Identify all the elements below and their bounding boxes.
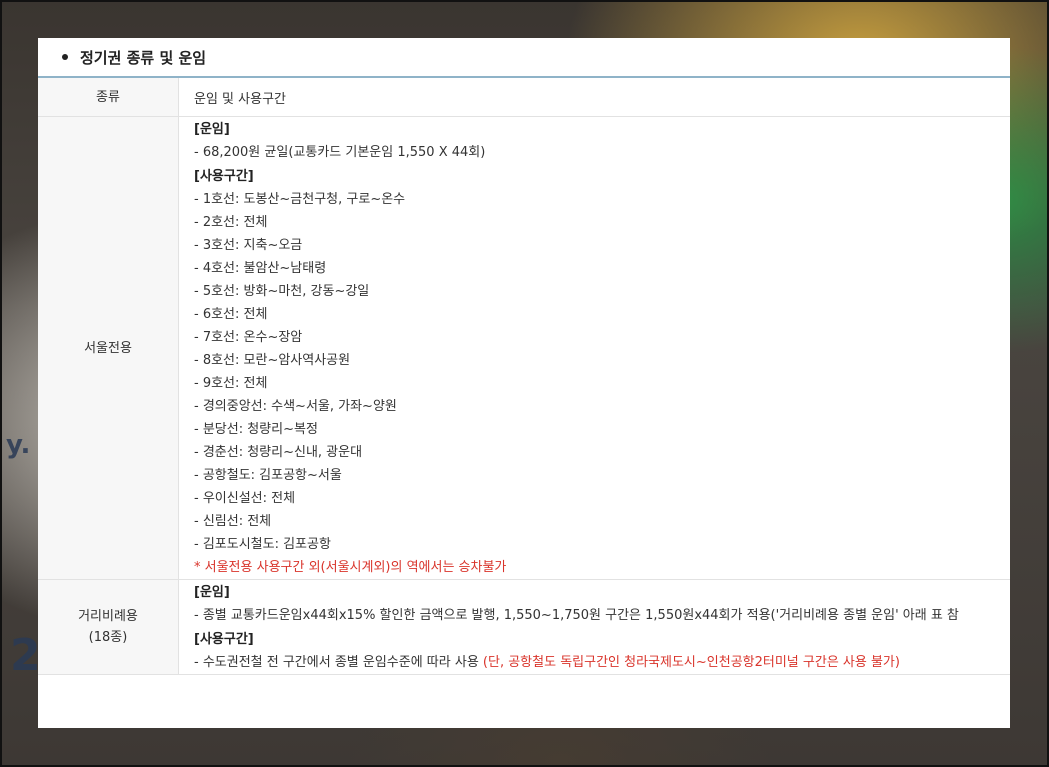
section-header: 정기권 종류 및 운임 [38,38,1010,78]
bullet-icon [62,54,68,60]
line-item: - 2호선: 전체 [194,215,268,230]
line-item: - 4호선: 불암산~남태령 [194,261,327,276]
fare-line: - 68,200원 균일(교통카드 기본운임 1,550 X 44회) [194,145,486,160]
section-heading: [사용구간] [194,632,254,647]
line-item: - 1호선: 도봉산~금천구청, 구로~온수 [194,192,406,207]
usage-exception-note: (단, 공항철도 독립구간인 청라국제도시~인천공항2터미널 구간은 사용 불가… [482,655,900,670]
fare-column-header: 운임 및 사용구간 [178,78,1010,117]
distance-type-label: 거리비례용 (18종) [38,579,179,675]
line-item: - 6호선: 전체 [194,307,268,322]
seoul-type-label: 서울전용 [38,116,179,580]
usage-text: - 수도권전철 전 구간에서 종별 운임수준에 따라 사용 [194,655,483,670]
table-header-row: 종류 운임 및 사용구간 [38,78,1010,117]
line-item: - 분당선: 청량리~복정 [194,422,318,437]
line-item: - 김포도시철도: 김포공항 [194,537,331,552]
line-item: - 3호선: 지축~오금 [194,238,303,253]
line-item: - 5호선: 방화~마천, 강동~강일 [194,284,370,299]
seoul-restriction-note: * 서울전용 사용구간 외(서울시계외)의 역에서는 승차불가 [194,560,507,575]
distance-label-count: (18종) [88,630,128,645]
line-item: - 경의중앙선: 수색~서울, 가좌~양원 [194,399,397,414]
background-text-fragment: 2 [10,630,41,681]
section-title: 정기권 종류 및 운임 [80,48,207,67]
fare-table: 종류 운임 및 사용구간 서울전용 [운임] - 68,200원 균일(교통카드… [38,78,1010,675]
line-item: - 경춘선: 청량리~신내, 광운대 [194,445,363,460]
distance-label-main: 거리비례용 [78,609,138,624]
type-column-header: 종류 [38,78,179,117]
fare-heading: [운임] [194,122,230,137]
usage-line: - 수도권전철 전 구간에서 종별 운임수준에 따라 사용 (단, 공항철도 독… [194,651,1010,674]
line-item: - 8호선: 모란~암사역사공원 [194,353,351,368]
section-heading: [사용구간] [194,169,254,184]
line-item: - 9호선: 전체 [194,376,268,391]
line-item: - 우이신설선: 전체 [194,491,296,506]
fare-heading: [운임] [194,585,230,600]
line-item: - 7호선: 온수~장암 [194,330,303,345]
fare-panel: 정기권 종류 및 운임 종류 운임 및 사용구간 서울전용 [운임] - 68,… [38,38,1010,728]
background-text-fragment: y. [6,430,31,460]
line-item: - 신림선: 전체 [194,514,272,529]
table-row-seoul: 서울전용 [운임] - 68,200원 균일(교통카드 기본운임 1,550 X… [38,116,1010,580]
fare-line: - 종별 교통카드운임x44회x15% 할인한 금액으로 발행, 1,550~1… [194,608,959,623]
seoul-fare-cell: [운임] - 68,200원 균일(교통카드 기본운임 1,550 X 44회)… [178,116,1010,580]
distance-fare-cell: [운임] - 종별 교통카드운임x44회x15% 할인한 금액으로 발행, 1,… [178,579,1010,675]
line-item: - 공항철도: 김포공항~서울 [194,468,342,483]
table-row-distance: 거리비례용 (18종) [운임] - 종별 교통카드운임x44회x15% 할인한… [38,579,1010,675]
